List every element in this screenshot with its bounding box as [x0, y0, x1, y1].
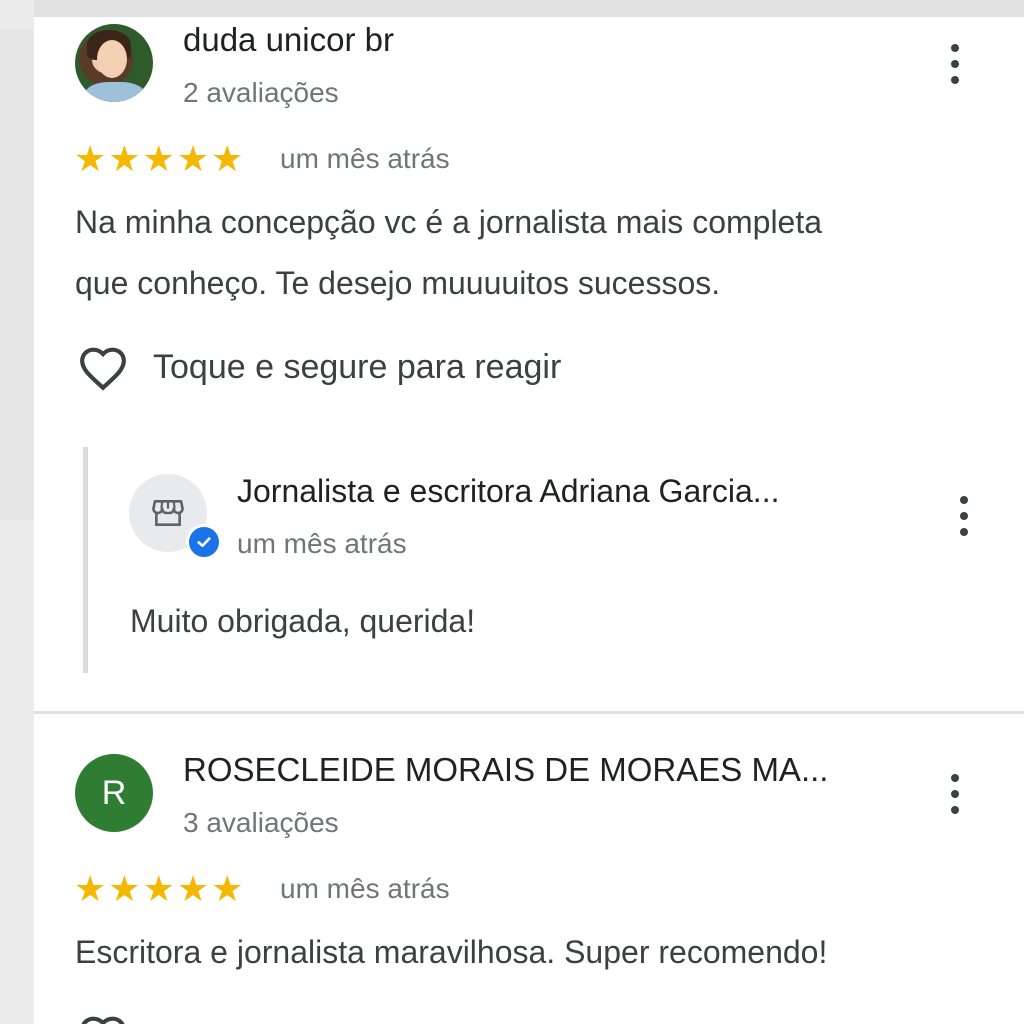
review-time: um mês atrás — [280, 873, 450, 904]
review-text-line: Na minha concepção vc é a jornalista mai… — [75, 204, 823, 240]
review-text-line: que conheço. Te desejo muuuuitos sucesso… — [75, 265, 721, 301]
star-icon: ★ — [108, 138, 141, 179]
star-icon: ★ — [108, 868, 141, 909]
reviewer-name[interactable]: ROSECLEIDE MORAIS DE MORAES MA... — [183, 751, 828, 789]
review-divider — [34, 711, 1024, 714]
more-options-icon[interactable] — [943, 44, 967, 84]
star-rating: ★ ★ ★ ★ ★ — [74, 141, 243, 177]
star-icon: ★ — [211, 868, 244, 909]
verified-check-icon — [186, 524, 222, 560]
review-text: Escritora e jornalista maravilhosa. Supe… — [75, 934, 828, 970]
heart-outline-icon[interactable] — [78, 345, 128, 391]
star-icon: ★ — [176, 138, 210, 179]
reviewer-avatar[interactable]: R — [75, 754, 153, 832]
review-time: um mês atrás — [280, 143, 450, 174]
star-icon: ★ — [74, 868, 107, 909]
review-count: 3 avaliações — [183, 807, 339, 838]
star-icon: ★ — [211, 138, 244, 179]
review-count: 2 avaliações — [183, 77, 339, 108]
star-icon: ★ — [74, 138, 107, 179]
reviewer-name[interactable]: duda unicor br — [183, 21, 394, 59]
star-rating: ★ ★ ★ ★ ★ — [74, 871, 243, 907]
more-options-icon[interactable] — [952, 496, 976, 536]
star-icon: ★ — [142, 868, 175, 909]
top-strip — [0, 0, 1024, 17]
reviewer-avatar[interactable] — [75, 24, 153, 102]
reply-indent-bar — [83, 447, 88, 673]
storefront-icon — [152, 500, 184, 526]
reply-time: um mês atrás — [237, 528, 407, 559]
left-edge — [0, 0, 34, 1024]
react-hint[interactable]: Toque e segure para reagir — [153, 348, 561, 387]
reply-text: Muito obrigada, querida! — [130, 603, 476, 639]
owner-name[interactable]: Jornalista e escritora Adriana Garcia... — [237, 473, 779, 510]
more-options-icon[interactable] — [943, 774, 967, 814]
reviews-panel: duda unicor br 2 avaliações ★ ★ ★ ★ ★ um… — [34, 17, 1024, 1024]
star-icon: ★ — [176, 868, 210, 909]
star-icon: ★ — [142, 138, 175, 179]
heart-outline-icon[interactable] — [78, 1014, 128, 1024]
